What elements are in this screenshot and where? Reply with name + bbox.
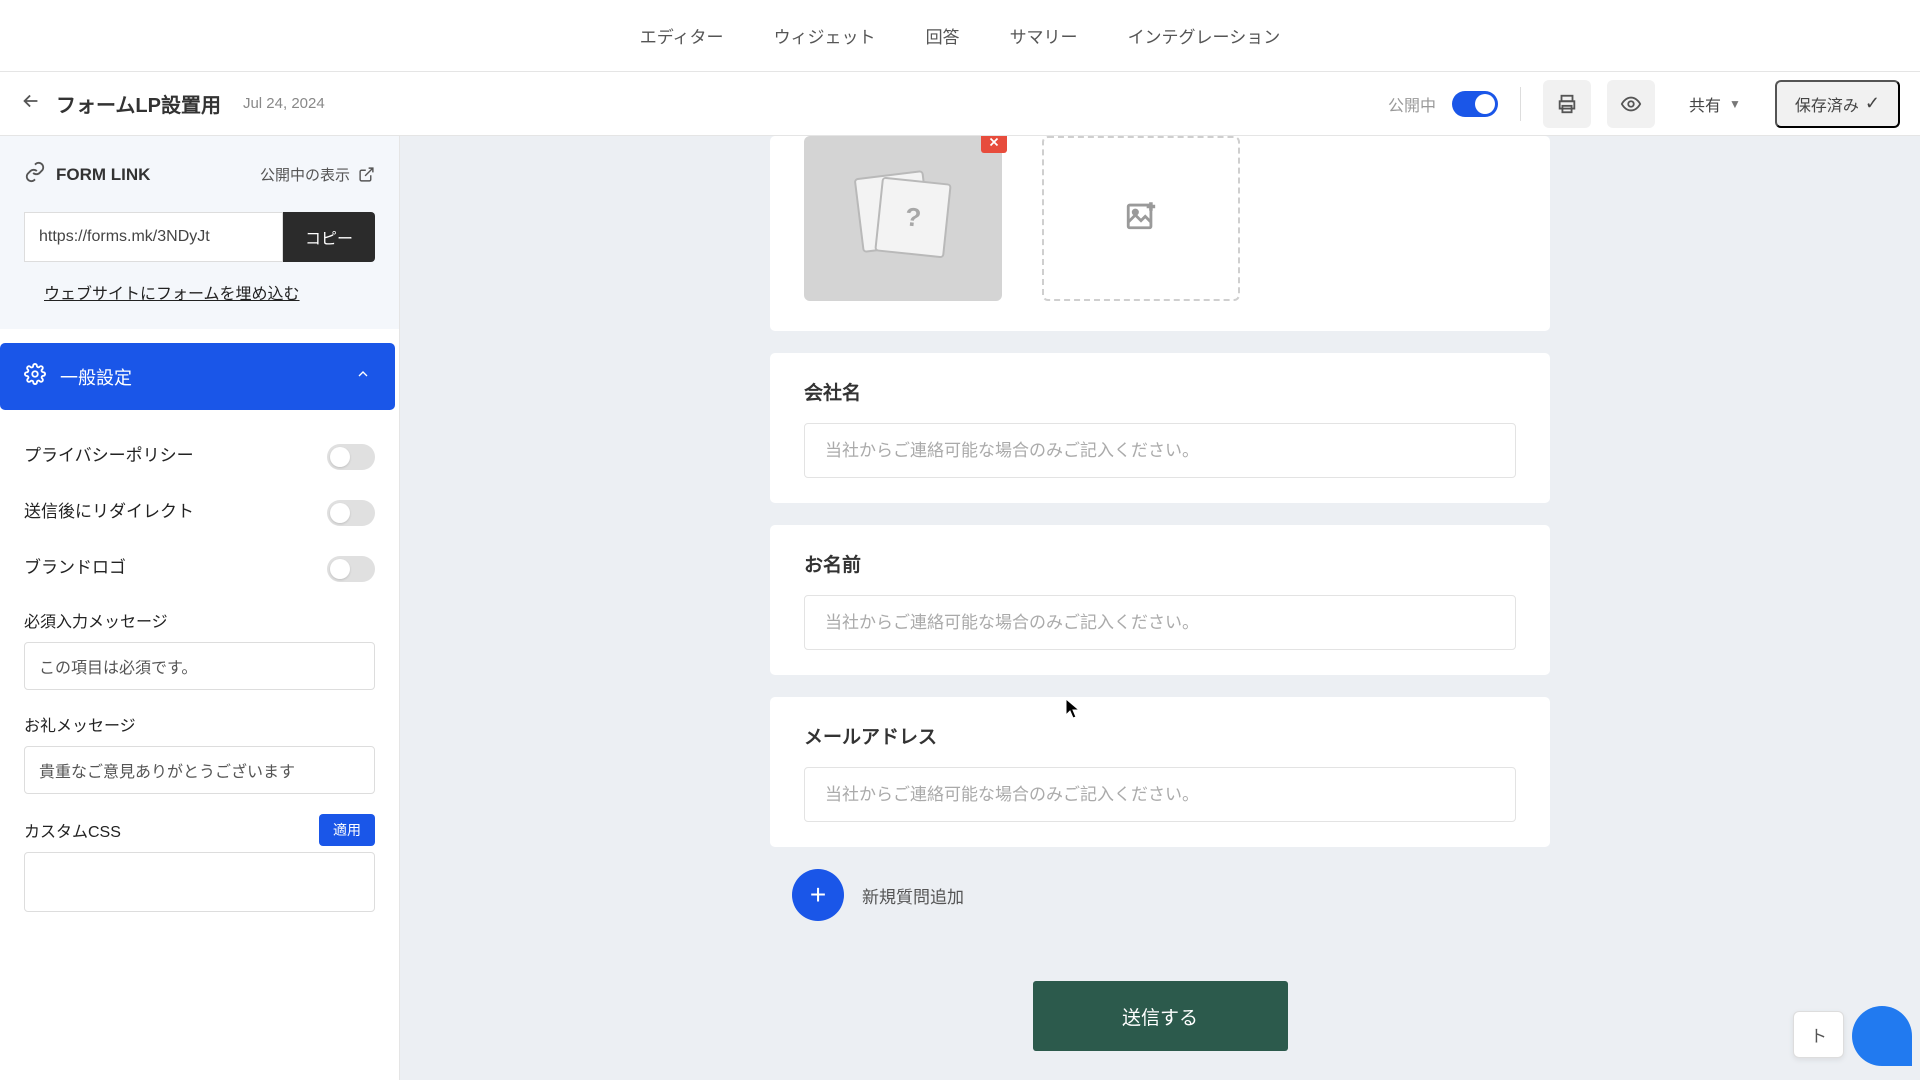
chevron-down-icon: ▼ xyxy=(1729,97,1741,111)
setting-privacy-policy: プライバシーポリシー xyxy=(24,428,375,484)
form-link-title-text: FORM LINK xyxy=(56,165,150,185)
custom-css-textarea[interactable] xyxy=(24,852,375,912)
page-date: Jul 24, 2024 xyxy=(243,95,325,112)
publish-status-label: 公開中 xyxy=(1388,92,1436,116)
general-settings-header[interactable]: 一般設定 xyxy=(0,343,395,410)
setting-label: ブランドロゴ xyxy=(24,554,126,581)
check-icon: ✓ xyxy=(1865,93,1880,114)
setting-label: プライバシーポリシー xyxy=(24,442,194,469)
question-input[interactable] xyxy=(804,423,1516,478)
add-question-button[interactable]: + xyxy=(792,869,844,921)
form-url-input[interactable] xyxy=(24,212,283,262)
brand-logo-toggle[interactable] xyxy=(327,556,375,582)
sidebar: FORM LINK 公開中の表示 コピー ウェブサイトにフォームを埋め込む 一般… xyxy=(0,136,400,1080)
question-label: メールアドレス xyxy=(804,722,1516,749)
page-title: フォームLP設置用 xyxy=(56,89,221,118)
embed-link[interactable]: ウェブサイトにフォームを埋め込む xyxy=(24,280,375,304)
gear-icon xyxy=(24,363,46,390)
view-published-label: 公開中の表示 xyxy=(260,164,350,185)
required-msg-label: 必須入力メッセージ xyxy=(24,608,375,632)
redirect-toggle[interactable] xyxy=(327,500,375,526)
question-block-name[interactable]: お名前 xyxy=(770,525,1550,675)
thanks-label: お礼メッセージ xyxy=(24,712,375,736)
share-button[interactable]: 共有 ▼ xyxy=(1671,80,1759,128)
link-icon xyxy=(24,161,46,188)
nav-editor[interactable]: エディター xyxy=(640,23,724,48)
print-button[interactable] xyxy=(1543,80,1591,128)
add-question-label: 新規質問追加 xyxy=(862,883,964,908)
header-actions: 公開中 共有 ▼ 保存済み ✓ xyxy=(1388,80,1900,128)
question-label: 会社名 xyxy=(804,378,1516,405)
form-link-title: FORM LINK xyxy=(24,161,150,188)
settings-body: プライバシーポリシー 送信後にリダイレクト ブランドロゴ 必須入力メッセージ お… xyxy=(0,410,399,922)
required-msg-input[interactable] xyxy=(24,642,375,690)
thanks-input[interactable] xyxy=(24,746,375,794)
chevron-up-icon xyxy=(355,366,371,387)
top-nav: エディター ウィジェット 回答 サマリー インテグレーション xyxy=(0,0,1920,72)
view-published-link[interactable]: 公開中の表示 xyxy=(260,164,375,185)
nav-integration[interactable]: インテグレーション xyxy=(1128,23,1281,48)
image-upload-block[interactable]: ? ? xyxy=(770,136,1550,331)
question-input[interactable] xyxy=(804,595,1516,650)
saved-button[interactable]: 保存済み ✓ xyxy=(1775,80,1900,128)
setting-redirect: 送信後にリダイレクト xyxy=(24,484,375,540)
nav-widget[interactable]: ウィジェット xyxy=(774,23,876,48)
nav-responses[interactable]: 回答 xyxy=(926,23,960,48)
question-block-company[interactable]: 会社名 xyxy=(770,353,1550,503)
preview-button[interactable] xyxy=(1607,80,1655,128)
custom-css-label: カスタムCSS xyxy=(24,818,121,842)
float-tab[interactable]: ト xyxy=(1793,1011,1844,1058)
setting-label: 送信後にリダイレクト xyxy=(24,498,194,525)
form-link-section: FORM LINK 公開中の表示 コピー ウェブサイトにフォームを埋め込む xyxy=(0,136,399,329)
external-link-icon xyxy=(358,166,375,183)
copy-button[interactable]: コピー xyxy=(283,212,375,262)
question-block-email[interactable]: メールアドレス xyxy=(770,697,1550,847)
header-bar: フォームLP設置用 Jul 24, 2024 公開中 共有 ▼ 保存済み ✓ xyxy=(0,72,1920,136)
share-label: 共有 xyxy=(1689,92,1721,116)
submit-button[interactable]: 送信する xyxy=(1033,981,1288,1051)
setting-brand-logo: ブランドロゴ xyxy=(24,540,375,596)
chat-bubble-button[interactable] xyxy=(1852,1006,1912,1066)
add-image-icon xyxy=(1124,198,1158,240)
plus-icon: + xyxy=(810,879,826,911)
add-question-row[interactable]: + 新規質問追加 xyxy=(792,869,1550,921)
form-preview: ? ? 会社名 お名前 xyxy=(770,136,1550,1051)
nav-summary[interactable]: サマリー xyxy=(1010,23,1078,48)
delete-image-button[interactable] xyxy=(981,136,1007,153)
publish-toggle[interactable] xyxy=(1452,91,1498,117)
privacy-toggle[interactable] xyxy=(327,444,375,470)
saved-label: 保存済み xyxy=(1795,92,1859,116)
image-placeholder-icon: ? ? xyxy=(858,174,948,264)
question-label: お名前 xyxy=(804,550,1516,577)
apply-css-button[interactable]: 適用 xyxy=(319,814,375,846)
back-arrow-icon[interactable] xyxy=(20,90,42,118)
general-settings-label: 一般設定 xyxy=(60,364,341,390)
image-tile[interactable]: ? ? xyxy=(804,136,1002,301)
add-image-tile[interactable] xyxy=(1042,136,1240,301)
form-canvas: ? ? 会社名 お名前 xyxy=(400,136,1920,1080)
question-input[interactable] xyxy=(804,767,1516,822)
